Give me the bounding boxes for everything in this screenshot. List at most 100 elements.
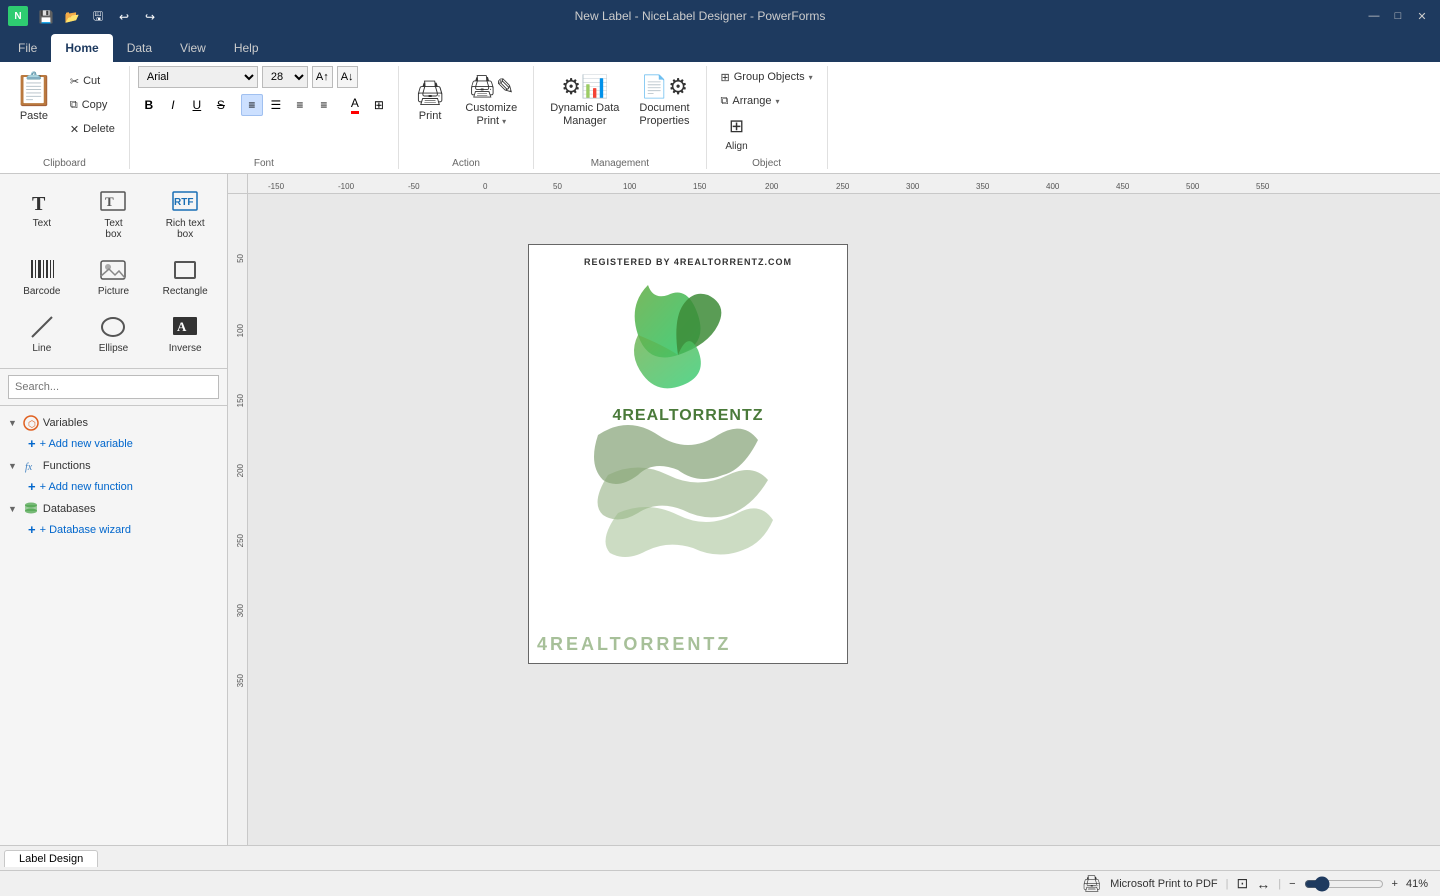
tab-file[interactable]: File bbox=[4, 34, 51, 62]
tool-richtextbox-label: Rich textbox bbox=[166, 218, 205, 240]
group-objects-button[interactable]: ⊞ Group Objects ▾ bbox=[715, 66, 819, 88]
font-name-select[interactable]: Arial bbox=[138, 66, 258, 88]
close-button[interactable]: ✕ bbox=[1412, 6, 1432, 26]
delete-button[interactable]: ✕ Delete bbox=[64, 118, 121, 140]
toolbox: T Text T Textbox RTF Rich textbox bbox=[0, 174, 228, 845]
add-variable-button[interactable]: + + Add new variable bbox=[0, 434, 227, 453]
ruler-mark-h-10: 350 bbox=[976, 182, 989, 191]
fit-width-button[interactable]: ↔ bbox=[1256, 876, 1270, 892]
tab-help[interactable]: Help bbox=[220, 34, 273, 62]
add-function-icon: + bbox=[28, 479, 36, 494]
saveas-button[interactable]: 🖫 bbox=[87, 6, 109, 28]
paste-button[interactable]: 📋 Paste bbox=[8, 66, 60, 126]
open-button[interactable]: 📂 bbox=[61, 6, 83, 28]
management-group-content: ⚙📊 Dynamic DataManager 📄⚙ DocumentProper… bbox=[542, 66, 697, 154]
font-size-decrease[interactable]: A↓ bbox=[337, 66, 358, 88]
font-size-select[interactable]: 28 bbox=[262, 66, 308, 88]
action-group-content: 🖨 Print 🖨✎ CustomizePrint ▾ bbox=[407, 66, 525, 154]
font-name-row: Arial 28 A↑ A↓ bbox=[138, 66, 358, 88]
functions-section-header[interactable]: ▼ fx Functions bbox=[0, 455, 227, 477]
redo-button[interactable]: ↪ bbox=[139, 6, 161, 28]
ruler-vertical: 50 100 150 200 250 300 350 bbox=[228, 194, 248, 845]
tab-label-design[interactable]: Label Design bbox=[4, 850, 98, 867]
tool-picture[interactable]: Picture bbox=[80, 250, 148, 303]
paste-label: Paste bbox=[20, 110, 48, 122]
tool-richtextbox[interactable]: RTF Rich textbox bbox=[151, 182, 219, 246]
database-wizard-button[interactable]: + + Database wizard bbox=[0, 520, 227, 539]
zoom-slider[interactable] bbox=[1304, 876, 1384, 892]
canvas-scroll-area[interactable]: 50 100 150 200 250 300 350 REGISTERED BY… bbox=[228, 194, 1440, 845]
canvas-content[interactable]: REGISTERED BY 4REALTORRENTZ.COM bbox=[268, 214, 868, 845]
cut-button[interactable]: ✂ Cut bbox=[64, 70, 121, 92]
arrange-button[interactable]: ⧉ Arrange ▾ bbox=[715, 90, 786, 112]
arrange-arrow: ▾ bbox=[776, 97, 780, 106]
tool-rectangle-label: Rectangle bbox=[163, 286, 208, 297]
tool-barcode[interactable]: Barcode bbox=[8, 250, 76, 303]
variables-section: ▼ ⬡ Variables + + Add new variable bbox=[0, 412, 227, 453]
maximize-button[interactable]: □ bbox=[1388, 6, 1408, 26]
undo-button[interactable]: ↩ bbox=[113, 6, 135, 28]
tool-rectangle[interactable]: Rectangle bbox=[151, 250, 219, 303]
label-canvas[interactable]: REGISTERED BY 4REALTORRENTZ.COM bbox=[528, 244, 848, 664]
justify-icon: ≡ bbox=[320, 98, 327, 112]
customize-print-button[interactable]: 🖨✎ CustomizePrint ▾ bbox=[457, 66, 525, 138]
functions-arrow-icon: ▼ bbox=[8, 461, 17, 471]
databases-section-header[interactable]: ▼ Databases bbox=[0, 498, 227, 520]
line-tool-icon bbox=[28, 313, 56, 341]
add-function-button[interactable]: + + Add new function bbox=[0, 477, 227, 496]
databases-section: ▼ Databases + + Database wizard bbox=[0, 498, 227, 539]
delete-label: Delete bbox=[83, 123, 115, 135]
databases-icon bbox=[23, 501, 39, 517]
tab-data[interactable]: Data bbox=[113, 34, 166, 62]
customize-print-icon: 🖨✎ bbox=[468, 76, 514, 98]
tool-ellipse[interactable]: Ellipse bbox=[80, 307, 148, 360]
tool-inverse[interactable]: A Inverse bbox=[151, 307, 219, 360]
database-wizard-icon: + bbox=[28, 522, 36, 537]
tab-home[interactable]: Home bbox=[51, 34, 112, 62]
dynamic-data-manager-button[interactable]: ⚙📊 Dynamic DataManager bbox=[542, 66, 627, 138]
delete-icon: ✕ bbox=[70, 123, 79, 136]
align-center-button[interactable]: ☰ bbox=[265, 94, 287, 116]
fit-page-button[interactable]: ⊡ bbox=[1237, 875, 1249, 892]
bold-button[interactable]: B bbox=[138, 94, 160, 116]
tool-line[interactable]: Line bbox=[8, 307, 76, 360]
font-group-label: Font bbox=[138, 154, 390, 169]
minimize-button[interactable]: — bbox=[1364, 6, 1384, 26]
inverse-tool-icon: A bbox=[171, 313, 199, 341]
underline-button[interactable]: U bbox=[186, 94, 208, 116]
databases-arrow-icon: ▼ bbox=[8, 504, 17, 514]
justify-button[interactable]: ≡ bbox=[313, 94, 335, 116]
status-sep-2: | bbox=[1278, 878, 1281, 890]
clipboard-small-buttons: ✂ Cut ⧉ Copy ✕ Delete bbox=[64, 66, 121, 140]
tab-view[interactable]: View bbox=[166, 34, 220, 62]
tool-textbox[interactable]: T Textbox bbox=[80, 182, 148, 246]
font-expand-button[interactable]: ⊞ bbox=[368, 94, 390, 116]
font-color-button[interactable]: A bbox=[344, 94, 366, 116]
strikethrough-button[interactable]: S bbox=[210, 94, 232, 116]
font-color-icon: A bbox=[351, 96, 359, 114]
ruler-top: -150 -100 -50 0 50 100 150 200 250 300 3… bbox=[228, 174, 1440, 194]
copy-button[interactable]: ⧉ Copy bbox=[64, 94, 121, 116]
search-input[interactable] bbox=[8, 375, 219, 399]
italic-button[interactable]: I bbox=[162, 94, 184, 116]
zoom-out-icon[interactable]: − bbox=[1289, 878, 1295, 890]
variables-section-header[interactable]: ▼ ⬡ Variables bbox=[0, 412, 227, 434]
align-right-button[interactable]: ≡ bbox=[289, 94, 311, 116]
zoom-in-icon[interactable]: + bbox=[1392, 878, 1398, 890]
document-properties-button[interactable]: 📄⚙ DocumentProperties bbox=[631, 66, 697, 138]
font-size-increase[interactable]: A↑ bbox=[312, 66, 333, 88]
svg-text:T: T bbox=[105, 194, 114, 209]
copy-label: Copy bbox=[82, 99, 108, 111]
svg-text:fx: fx bbox=[25, 462, 33, 473]
align-left-button[interactable]: ≡ bbox=[241, 94, 263, 116]
print-button[interactable]: 🖨 Print bbox=[407, 66, 453, 138]
tool-text[interactable]: T Text bbox=[8, 182, 76, 246]
ruler-mark-h-0: -150 bbox=[268, 182, 284, 191]
save-button[interactable]: 💾 bbox=[35, 6, 57, 28]
canvas-area[interactable]: -150 -100 -50 0 50 100 150 200 250 300 3… bbox=[228, 174, 1440, 845]
bold-icon: B bbox=[145, 98, 154, 112]
tool-picture-label: Picture bbox=[98, 286, 129, 297]
align-button[interactable]: ⊞ Align bbox=[715, 114, 759, 154]
ruler-mark-h-12: 450 bbox=[1116, 182, 1129, 191]
tool-ellipse-label: Ellipse bbox=[99, 343, 128, 354]
